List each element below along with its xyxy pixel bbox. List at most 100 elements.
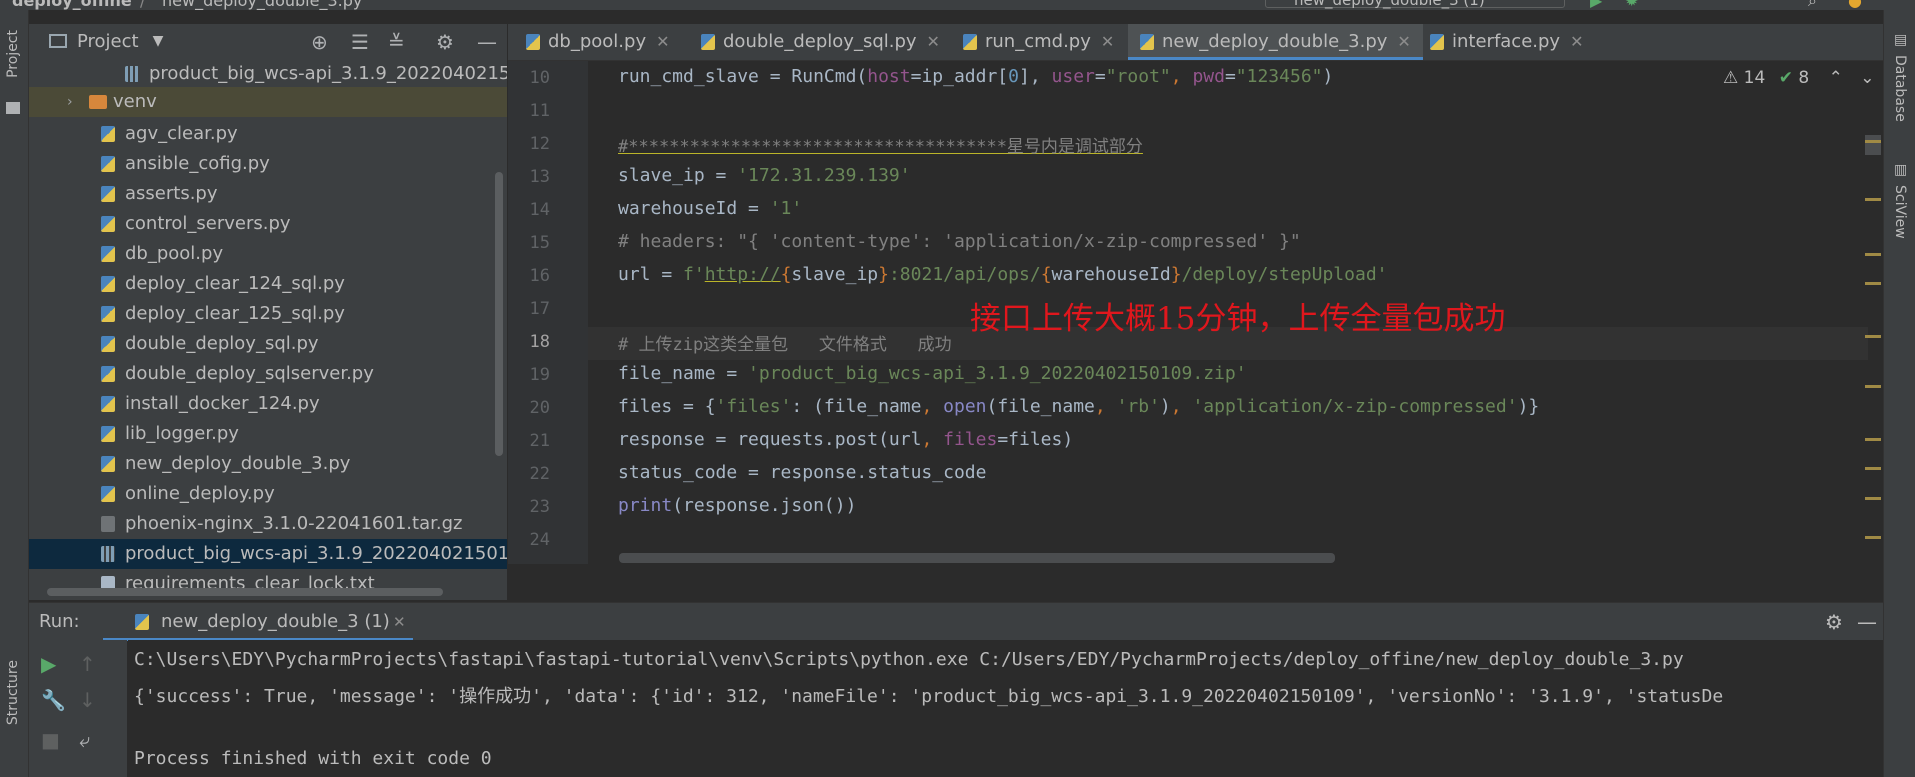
close-icon[interactable]: ✕: [927, 32, 940, 51]
tree-file-item[interactable]: double_deploy_sql.py: [29, 329, 507, 359]
tree-file-item[interactable]: install_docker_124.py: [29, 389, 507, 419]
project-scrollbar[interactable]: [495, 172, 503, 456]
project-view-title[interactable]: Project: [77, 31, 139, 52]
chevron-down-icon[interactable]: ⌄: [1860, 68, 1874, 88]
run-config-label: new_deploy_double_3 (1): [1294, 0, 1485, 9]
close-icon[interactable]: ✕: [656, 32, 669, 51]
py-file-icon: [101, 366, 115, 382]
warning-stripe-mark[interactable]: [1865, 198, 1881, 201]
sciview-tool-tab[interactable]: SciView: [1892, 185, 1908, 239]
hide-icon[interactable]: —: [1857, 603, 1877, 641]
code-editor[interactable]: 10 11 12 13 14 15 16 17 18 19 20 21 22 2…: [508, 61, 1883, 564]
chevron-up-icon[interactable]: ⌃: [1829, 68, 1843, 88]
gear-icon[interactable]: ⚙: [1825, 603, 1843, 641]
wrench-icon[interactable]: 🔧: [41, 688, 66, 712]
tree-file-item[interactable]: product_big_wcs-api_3.1.9_20220402150: [29, 59, 507, 89]
tree-file-item[interactable]: ansible_cofig.py: [29, 149, 507, 179]
line-number: 10: [529, 68, 550, 88]
arrow-down-icon[interactable]: ↓: [79, 688, 96, 712]
collapse-all-icon[interactable]: ≚: [388, 30, 405, 54]
tab-label: interface.py: [1452, 31, 1561, 52]
soft-wrap-icon[interactable]: ⤶: [79, 728, 90, 752]
tab-new-deploy-double-3[interactable]: new_deploy_double_3.py ✕: [1128, 24, 1423, 60]
tree-file-item[interactable]: control_servers.py: [29, 209, 507, 239]
breadcrumb-separator: /: [140, 0, 146, 10]
project-breadcrumb[interactable]: deploy_offine: [12, 0, 132, 10]
tree-folder-item[interactable]: › venv: [29, 87, 507, 117]
arrow-up-icon[interactable]: ↑: [79, 652, 96, 676]
database-tool-tab[interactable]: Database: [1892, 55, 1908, 122]
code-line-12: #*************************************星号…: [618, 137, 1143, 157]
warning-stripe-mark[interactable]: [1865, 497, 1881, 500]
sciview-icon: ▥: [1894, 162, 1908, 178]
warning-stripe-mark[interactable]: [1865, 253, 1881, 256]
project-tool-tab[interactable]: Project: [5, 30, 21, 78]
tree-item-label: venv: [113, 91, 157, 112]
warning-stripe-mark[interactable]: [1865, 467, 1881, 470]
close-icon[interactable]: ✕: [1101, 32, 1114, 51]
inspection-widget[interactable]: ⚠ 14 ✔ 8 ⌃ ⌄: [1723, 68, 1875, 88]
rerun-icon[interactable]: ▶: [41, 652, 56, 676]
project-horizontal-scrollbar[interactable]: [47, 588, 443, 596]
chevron-right-icon[interactable]: ›: [67, 87, 73, 117]
line-number: 15: [529, 233, 550, 253]
tab-double-deploy-sql[interactable]: double_deploy_sql.py ✕: [701, 24, 940, 60]
run-console[interactable]: C:\Users\EDY\PycharmProjects\fastapi\fas…: [128, 640, 1883, 777]
structure-tool-tab[interactable]: Structure: [5, 660, 21, 725]
debug-icon[interactable]: ✹: [1625, 0, 1638, 10]
warning-stripe-mark[interactable]: [1865, 438, 1881, 441]
tab-interface[interactable]: interface.py ✕: [1430, 24, 1584, 60]
tree-file-item[interactable]: deploy_clear_124_sql.py: [29, 269, 507, 299]
warning-stripe-mark[interactable]: [1865, 335, 1881, 338]
tab-label: double_deploy_sql.py: [723, 31, 917, 52]
run-icon[interactable]: ▶: [1590, 0, 1602, 10]
close-icon[interactable]: ✕: [393, 603, 406, 641]
editor-horizontal-scrollbar[interactable]: [619, 553, 1335, 563]
red-annotation-text: 接口上传大概15分钟，上传全量包成功: [970, 301, 1506, 337]
tree-file-item[interactable]: product_big_wcs-api_3.1.9_20220402150109: [29, 539, 507, 569]
tree-file-item[interactable]: online_deploy.py: [29, 479, 507, 509]
file-breadcrumb[interactable]: new_deploy_double_3.py: [162, 0, 362, 10]
warning-stripe-mark[interactable]: [1865, 282, 1881, 285]
update-icon[interactable]: ●: [1848, 0, 1862, 10]
python-file-icon: [701, 34, 715, 50]
tree-file-item[interactable]: new_deploy_double_3.py: [29, 449, 507, 479]
unknown-file-icon: [101, 516, 115, 532]
run-config-select[interactable]: new_deploy_double_3 (1): [1265, 0, 1565, 9]
py-file-icon: [101, 396, 115, 412]
chevron-down-icon[interactable]: ▼: [153, 33, 164, 49]
tree-file-item[interactable]: double_deploy_sqlserver.py: [29, 359, 507, 389]
zip-file-icon: [101, 546, 115, 562]
tree-item-label: ansible_cofig.py: [125, 153, 270, 174]
locate-icon[interactable]: ⊕: [311, 30, 328, 54]
close-icon[interactable]: ✕: [1397, 32, 1410, 51]
expand-all-icon[interactable]: ☰: [351, 30, 369, 54]
warning-stripe-mark[interactable]: [1865, 536, 1881, 539]
tab-db-pool[interactable]: db_pool.py ✕: [526, 24, 670, 60]
line-number: 24: [529, 530, 550, 550]
warning-stripe-mark[interactable]: [1865, 140, 1881, 143]
tree-file-item[interactable]: phoenix-nginx_3.1.0-22041601.tar.gz: [29, 509, 507, 539]
tree-file-item[interactable]: db_pool.py: [29, 239, 507, 269]
close-icon[interactable]: ✕: [1570, 32, 1583, 51]
python-file-icon: [135, 614, 149, 630]
warning-count: 14: [1743, 68, 1766, 88]
tree-file-item[interactable]: agv_clear.py: [29, 119, 507, 149]
run-tab[interactable]: new_deploy_double_3 (1) ✕: [103, 603, 413, 641]
gear-icon[interactable]: ⚙: [436, 30, 454, 54]
search-icon[interactable]: ⌕: [1808, 0, 1817, 10]
line-number: 17: [529, 299, 550, 319]
scroll-thumb[interactable]: [1865, 135, 1881, 155]
hide-icon[interactable]: —: [477, 30, 497, 54]
tab-run-cmd[interactable]: run_cmd.py ✕: [963, 24, 1114, 60]
tree-file-item[interactable]: asserts.py: [29, 179, 507, 209]
tree-file-item[interactable]: lib_logger.py: [29, 419, 507, 449]
tree-item-label: new_deploy_double_3.py: [125, 453, 351, 474]
right-tool-strip: ▤ Database ▥ SciView: [1883, 10, 1915, 777]
tree-file-item[interactable]: deploy_clear_125_sql.py: [29, 299, 507, 329]
folder-icon[interactable]: [6, 102, 20, 114]
line-number: 19: [529, 365, 550, 385]
warning-stripe-mark[interactable]: [1865, 385, 1881, 388]
warning-icon: ⚠: [1723, 68, 1739, 88]
stop-icon[interactable]: ■: [41, 728, 60, 752]
